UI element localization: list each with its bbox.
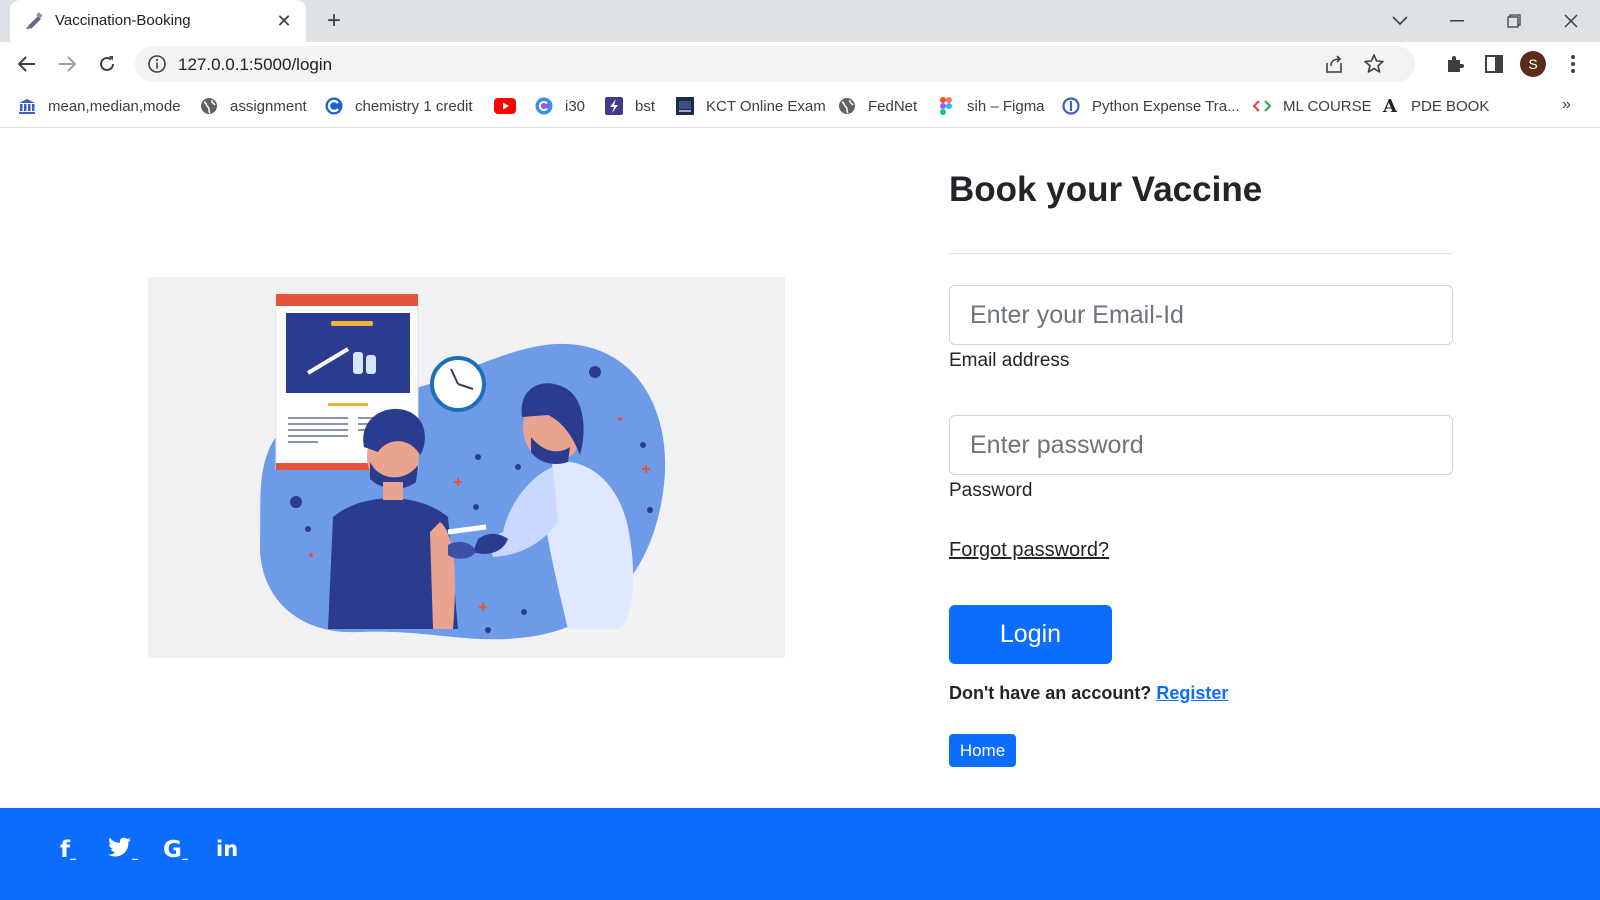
vaccination-favicon-icon — [26, 12, 43, 30]
figma-icon — [937, 97, 955, 115]
vaccination-illustration — [148, 277, 785, 658]
code-icon — [1253, 97, 1271, 115]
side-panel-icon[interactable] — [1482, 52, 1506, 76]
twitter-bird-icon — [108, 837, 131, 857]
minimize-icon[interactable] — [1442, 6, 1472, 36]
font-icon: A — [1383, 95, 1397, 117]
bookmarks-bar: mean,median,mode assignment chemistry 1 … — [0, 86, 1600, 128]
bookmark-label: chemistry 1 credit — [355, 97, 473, 115]
bookmark-python-expense[interactable]: Python Expense Tra... — [1062, 95, 1240, 117]
register-link[interactable]: Register — [1156, 683, 1228, 703]
bookmarks-overflow-icon[interactable]: » — [1562, 96, 1571, 114]
bookmark-label: assignment — [230, 97, 307, 115]
browser-tab[interactable]: Vaccination-Booking ✕ — [10, 0, 306, 42]
kct-icon — [676, 97, 694, 115]
bank-icon — [18, 97, 36, 115]
email-label: Email address — [949, 350, 1070, 371]
site-info-icon[interactable] — [147, 54, 167, 74]
browser-toolbar: 127.0.0.1:5000/login S — [0, 42, 1600, 86]
google-glyph: G — [163, 837, 182, 863]
login-button[interactable]: Login — [949, 605, 1112, 664]
facebook-icon[interactable]: f_ — [60, 837, 76, 871]
bookmark-chemistry[interactable]: chemistry 1 credit — [325, 95, 473, 117]
globe-icon — [200, 97, 218, 115]
bookmark-label: KCT Online Exam — [706, 97, 826, 115]
bookmark-pde-book[interactable]: A PDE BOOK — [1381, 95, 1489, 117]
reload-icon[interactable] — [92, 49, 122, 79]
password-label: Password — [949, 480, 1033, 501]
footer: f_ _ 𝕥 G_ in — [0, 808, 1600, 900]
tab-close-icon[interactable]: ✕ — [274, 11, 294, 31]
bookmark-label: mean,median,mode — [48, 97, 181, 115]
restore-icon[interactable] — [1499, 6, 1529, 36]
bookmark-label: i30 — [565, 97, 586, 115]
login-page: Book your Vaccine Email address Password… — [0, 129, 1600, 900]
tab-search-chevron-icon[interactable] — [1385, 6, 1415, 36]
youtube-icon — [494, 97, 516, 115]
home-button[interactable]: Home — [949, 734, 1016, 767]
tab-strip: Vaccination-Booking ✕ + — [0, 0, 1600, 42]
bookmark-label: bst — [635, 97, 656, 115]
forward-arrow-icon[interactable] — [52, 49, 82, 79]
bookmark-bst[interactable]: bst — [605, 95, 655, 117]
profile-avatar[interactable]: S — [1520, 51, 1546, 77]
bookmark-label: Python Expense Tra... — [1092, 97, 1240, 115]
back-arrow-icon[interactable] — [12, 49, 42, 79]
replit-icon — [1062, 97, 1080, 115]
linkedin-glyph: in — [216, 837, 239, 861]
twitter-icon[interactable]: _ 𝕥 — [108, 837, 138, 871]
facebook-glyph: f — [60, 837, 71, 863]
globe-icon — [838, 97, 856, 115]
google-icon[interactable]: G_ — [163, 837, 188, 871]
email-input[interactable] — [949, 285, 1453, 345]
title-divider — [949, 253, 1453, 254]
no-account-text: Don't have an account? — [949, 683, 1152, 703]
bookmark-label: PDE BOOK — [1411, 97, 1490, 115]
password-input[interactable] — [949, 415, 1453, 475]
linkedin-icon[interactable]: in — [216, 837, 238, 871]
extensions-puzzle-icon[interactable] — [1443, 52, 1467, 76]
url-text: 127.0.0.1:5000/login — [178, 55, 333, 74]
address-bar[interactable]: 127.0.0.1:5000/login — [135, 46, 1415, 82]
bookmark-kct-online-exam[interactable]: KCT Online Exam — [676, 95, 826, 117]
share-icon[interactable] — [1323, 53, 1345, 75]
more-menu-icon[interactable] — [1561, 52, 1585, 76]
codechef-icon — [535, 97, 553, 115]
page-title: Book your Vaccine — [949, 170, 1263, 209]
register-prompt: Don't have an account? Register — [949, 683, 1228, 704]
bookmark-youtube[interactable] — [494, 95, 516, 117]
bookmark-assignment[interactable]: assignment — [200, 95, 307, 117]
close-window-icon[interactable] — [1556, 6, 1586, 36]
vaccination-scene-image — [259, 293, 666, 640]
forgot-password-link[interactable]: Forgot password? — [949, 539, 1109, 562]
bookmark-ml-course[interactable]: ML COURSE — [1253, 95, 1372, 117]
tab-title: Vaccination-Booking — [55, 12, 191, 29]
bookmark-i30[interactable]: i30 — [535, 95, 585, 117]
bookmark-sih-figma[interactable]: sih – Figma — [937, 95, 1045, 117]
bookmark-label: FedNet — [868, 97, 918, 115]
bookmark-fednet[interactable]: FedNet — [838, 95, 917, 117]
coursera-icon — [325, 97, 343, 115]
bookmark-star-icon[interactable] — [1363, 53, 1385, 75]
bookmark-label: ML COURSE — [1283, 97, 1372, 115]
bookmark-label: sih – Figma — [967, 97, 1045, 115]
bolt-icon — [605, 97, 623, 115]
bookmark-mean-median-mode[interactable]: mean,median,mode — [18, 95, 181, 117]
new-tab-icon[interactable]: + — [322, 9, 346, 33]
